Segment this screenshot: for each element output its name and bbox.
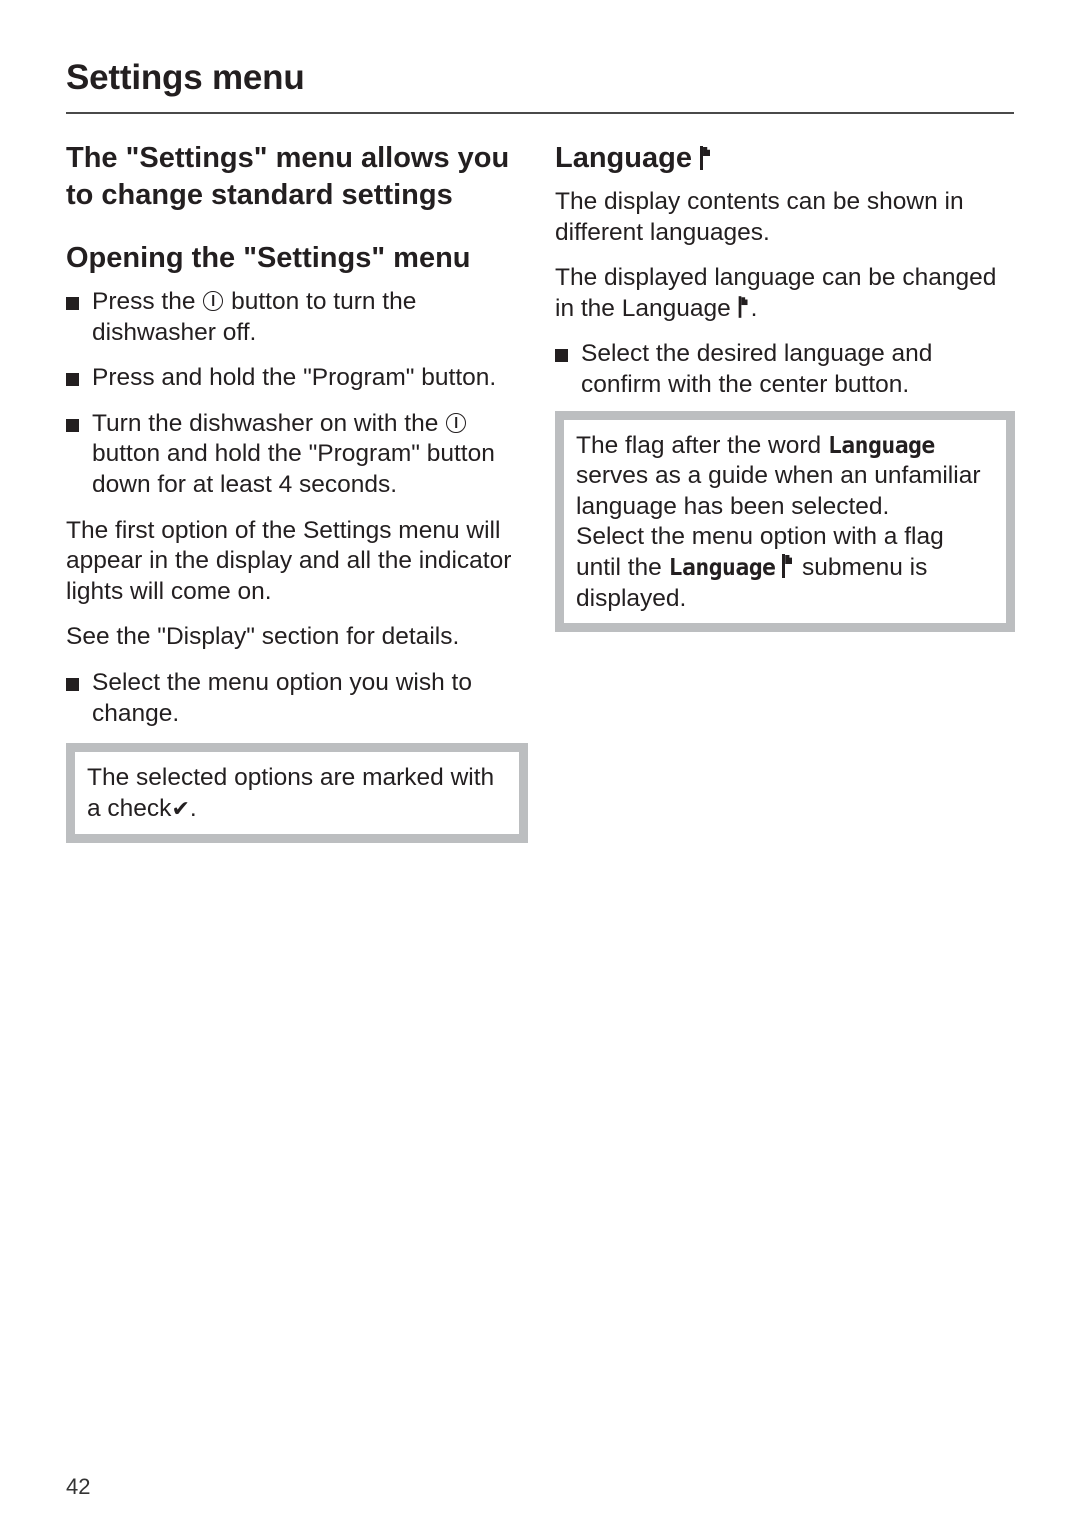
right-column: Language The display contents can be sho… (555, 140, 1015, 633)
step-text: Press the (92, 288, 196, 315)
paragraph-text-end: . (750, 294, 758, 322)
note-text-end: . (189, 794, 197, 822)
power-icon (446, 412, 467, 433)
bullet-square-icon (66, 418, 79, 432)
title-divider (66, 112, 1014, 114)
bullet-square-icon (66, 373, 79, 387)
paragraph-first-option: The first option of the Settings menu wi… (66, 516, 512, 605)
flag-icon (700, 146, 713, 170)
page-title: Settings menu (66, 58, 305, 97)
step-select-language: Select the desired language and confirm … (555, 339, 1015, 400)
note-box-check: The selected options are marked with a c… (66, 743, 528, 844)
note-text-body: The selected options are marked with a c… (87, 764, 495, 822)
note-text: The selected options are marked with a c… (87, 763, 508, 825)
left-column: The "Settings" menu allows you to change… (66, 140, 528, 844)
power-icon (203, 291, 224, 311)
note-text: Select the menu option with a flag until… (576, 522, 995, 614)
flag-icon (782, 553, 795, 578)
step-turn-on: Turn the dishwasher on with the button a… (66, 409, 528, 501)
step-text: Turn the dishwasher on with the (92, 409, 439, 437)
intro-heading: The "Settings" menu allows you to change… (66, 142, 510, 211)
paragraph-display-contents: The display contents can be shown in dif… (555, 188, 964, 246)
bullet-square-icon (555, 349, 568, 363)
language-heading: Language (555, 140, 1015, 177)
paragraph-see-display: See the "Display" section for details. (66, 623, 460, 651)
lcd-language-word: Language (668, 554, 776, 581)
paragraph-text: The displayed language can be changed in… (555, 264, 997, 322)
note-text-body: The flag after the word (576, 431, 822, 459)
page-number: 42 (66, 1474, 91, 1499)
flag-icon (738, 295, 750, 318)
note-text-body: serves as a guide when an unfamiliar lan… (576, 462, 981, 520)
opening-heading: Opening the "Settings" menu (66, 242, 471, 274)
step-text: Select the menu option you wish to chang… (92, 668, 472, 727)
note-text: The flag after the word Language serves … (576, 431, 995, 523)
step-text: Select the desired language and confirm … (581, 340, 933, 398)
step-select-option: Select the menu option you wish to chang… (66, 668, 528, 729)
lcd-language-word: Language (827, 432, 935, 459)
step-hold-program: Press and hold the "Program" button. (66, 363, 528, 394)
paragraph-displayed-language: The displayed language can be changed in… (555, 263, 1015, 324)
note-box-flag: The flag after the word Language serves … (555, 410, 1015, 633)
step-text: button and hold the "Program" button dow… (92, 440, 495, 498)
step-text: Press and hold the "Program" button. (92, 364, 497, 392)
language-heading-text: Language (555, 142, 692, 174)
step-turn-off: Press the button to turn the dishwasher … (66, 287, 528, 348)
bullet-square-icon (66, 677, 79, 691)
check-icon: ✔ (171, 796, 190, 822)
bullet-square-icon (66, 297, 79, 310)
